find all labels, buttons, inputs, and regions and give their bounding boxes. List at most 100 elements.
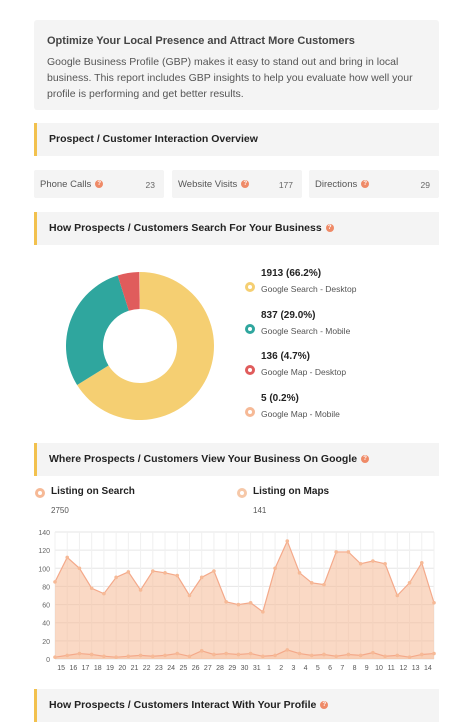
data-point[interactable] — [346, 550, 351, 554]
data-point[interactable] — [187, 654, 192, 659]
data-point[interactable] — [224, 651, 228, 656]
data-point[interactable] — [199, 575, 204, 580]
data-point[interactable] — [151, 654, 155, 659]
data-point[interactable] — [65, 555, 70, 560]
data-point[interactable] — [53, 580, 57, 584]
data-point[interactable] — [175, 651, 180, 656]
data-point[interactable] — [407, 655, 412, 659]
data-point[interactable] — [383, 561, 387, 566]
data-point[interactable] — [297, 571, 302, 575]
data-point[interactable] — [212, 652, 216, 657]
data-point[interactable] — [407, 581, 412, 585]
data-point[interactable] — [114, 575, 118, 580]
legend-value: 136 (4.7%) — [261, 351, 310, 362]
metric-value: 29 — [420, 180, 430, 190]
data-point[interactable] — [334, 550, 338, 554]
data-point[interactable] — [126, 654, 131, 659]
data-point[interactable] — [322, 582, 326, 587]
data-point[interactable] — [65, 653, 70, 658]
legend-dot-icon — [237, 488, 247, 498]
view-label: Listing on Search — [51, 486, 135, 497]
data-point[interactable] — [126, 570, 131, 574]
data-point[interactable] — [77, 566, 82, 571]
data-point[interactable] — [346, 652, 351, 657]
view-value: 141 — [253, 506, 267, 515]
data-point[interactable] — [297, 651, 302, 656]
help-icon[interactable]: ? — [95, 180, 104, 189]
legend-item-search-mobile[interactable]: 837 (29.0%) Google Search - Mobile — [245, 310, 425, 344]
legend-item-map-mobile[interactable]: 5 (0.2%) Google Map - Mobile — [245, 393, 425, 427]
x-tick-label: 25 — [179, 665, 187, 672]
data-point[interactable] — [383, 654, 387, 659]
legend-item-search-desktop[interactable]: 1913 (66.2%) Google Search - Desktop — [245, 268, 425, 302]
legend-label: Google Search - Mobile — [261, 326, 351, 336]
data-point[interactable] — [371, 559, 375, 563]
data-point[interactable] — [248, 651, 253, 656]
metric-label: Phone Calls? — [40, 179, 104, 190]
x-tick-label: 7 — [340, 665, 344, 672]
data-point[interactable] — [102, 654, 106, 659]
section-title: Prospect / Customer Interaction Overview — [49, 133, 258, 145]
data-point[interactable] — [309, 581, 314, 585]
y-tick-label: 20 — [42, 639, 50, 646]
help-icon[interactable]: ? — [361, 180, 370, 189]
data-point[interactable] — [432, 600, 436, 605]
data-point[interactable] — [285, 648, 290, 652]
x-tick-label: 13 — [412, 665, 420, 672]
data-point[interactable] — [261, 654, 265, 659]
legend-item-map-desktop[interactable]: 136 (4.7%) Google Map - Desktop — [245, 351, 425, 385]
x-tick-label: 14 — [424, 665, 432, 672]
data-point[interactable] — [419, 561, 424, 565]
x-tick-label: 26 — [192, 665, 200, 672]
data-point[interactable] — [89, 586, 94, 591]
metric-website-visits: Website Visits? 177 — [172, 170, 302, 198]
data-point[interactable] — [77, 651, 82, 656]
data-point[interactable] — [395, 653, 400, 658]
data-point[interactable] — [224, 600, 228, 604]
data-point[interactable] — [102, 591, 106, 596]
data-point[interactable] — [187, 593, 192, 598]
data-point[interactable] — [114, 655, 118, 659]
data-point[interactable] — [163, 653, 167, 658]
data-point[interactable] — [309, 653, 314, 658]
x-tick-label: 22 — [143, 665, 151, 672]
section-interact-header: How Prospects / Customers Interact With … — [34, 689, 439, 722]
data-point[interactable] — [371, 650, 375, 655]
section-title: How Prospects / Customers Interact With … — [49, 699, 329, 711]
data-point[interactable] — [248, 600, 253, 605]
data-point[interactable] — [89, 652, 94, 657]
data-point[interactable] — [358, 561, 363, 566]
data-point[interactable] — [199, 649, 204, 653]
data-point[interactable] — [432, 651, 436, 656]
data-point[interactable] — [53, 655, 57, 659]
y-tick-label: 0 — [46, 657, 50, 664]
help-icon[interactable]: ? — [361, 455, 370, 464]
data-point[interactable] — [138, 653, 143, 658]
y-tick-label: 80 — [42, 584, 50, 591]
data-point[interactable] — [358, 653, 363, 658]
x-tick-label: 15 — [57, 665, 65, 672]
data-point[interactable] — [138, 588, 143, 592]
data-point[interactable] — [273, 566, 277, 571]
x-tick-label: 30 — [241, 665, 249, 672]
help-icon[interactable]: ? — [325, 224, 334, 233]
data-point[interactable] — [175, 573, 180, 578]
data-point[interactable] — [261, 610, 265, 614]
data-point[interactable] — [395, 593, 400, 598]
data-point[interactable] — [419, 652, 424, 657]
help-icon[interactable]: ? — [241, 180, 250, 189]
data-point[interactable] — [236, 602, 241, 607]
data-point[interactable] — [151, 569, 155, 573]
x-tick-label: 27 — [204, 665, 212, 672]
data-point[interactable] — [212, 569, 216, 573]
help-icon[interactable]: ? — [320, 701, 329, 710]
data-point[interactable] — [236, 652, 241, 657]
data-point[interactable] — [322, 652, 326, 657]
metric-value: 177 — [278, 180, 293, 190]
views-area-chart: 02040608010012014015 16 17 18 19 20 21 22 23 24 25… — [38, 530, 436, 672]
intro-title: Optimize Your Local Presence and Attract… — [47, 35, 355, 47]
data-point[interactable] — [273, 653, 277, 658]
data-point[interactable] — [163, 571, 167, 575]
data-point[interactable] — [334, 654, 338, 659]
data-point[interactable] — [285, 539, 290, 543]
